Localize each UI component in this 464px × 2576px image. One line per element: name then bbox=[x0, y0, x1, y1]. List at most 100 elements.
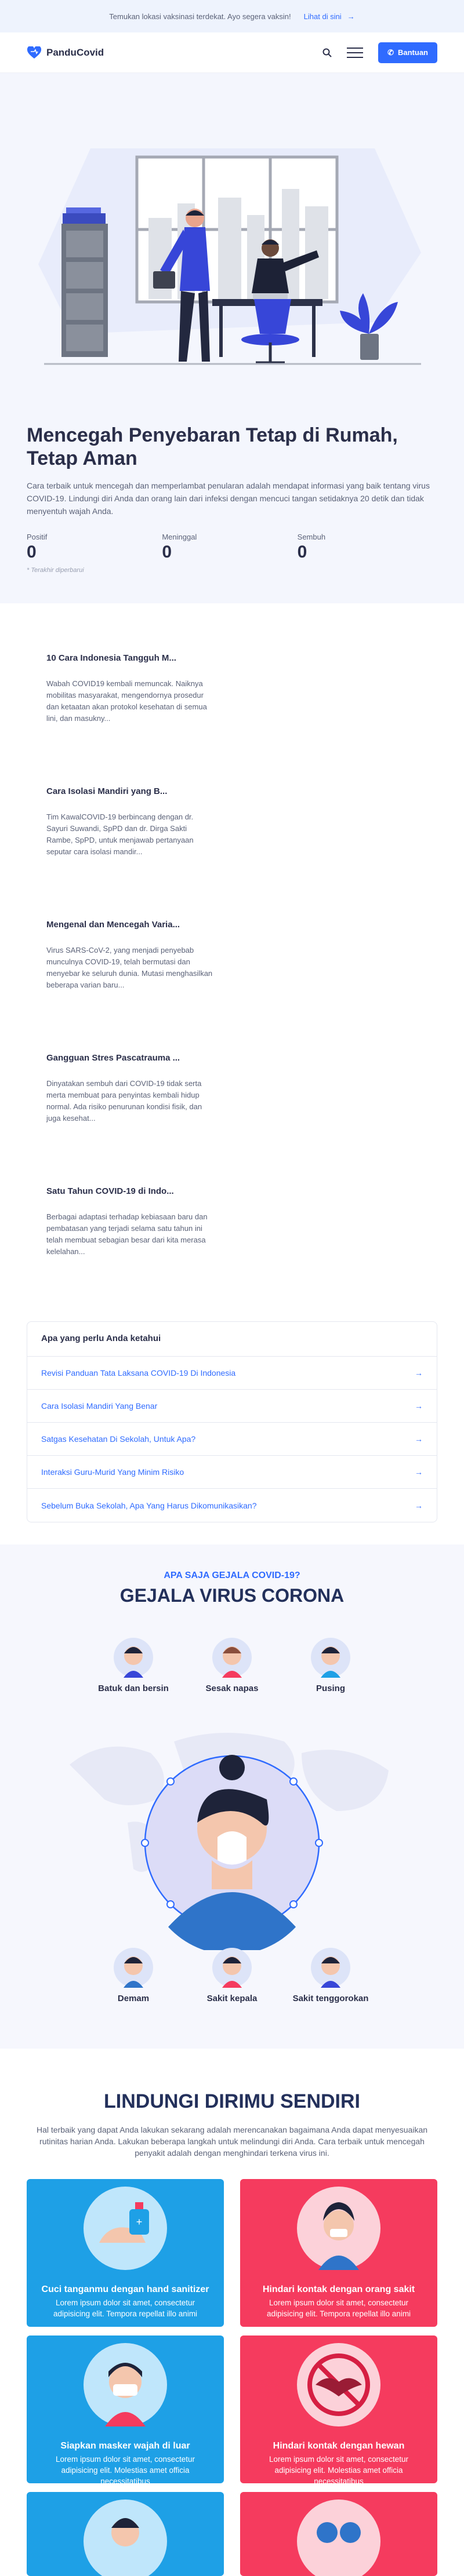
news-item[interactable]: Gangguan Stres Pascatrauma ... Dinyatakan… bbox=[46, 1052, 220, 1186]
news-item[interactable]: 10 Cara Indonesia Tangguh M... Wabah COVI… bbox=[46, 653, 220, 786]
brand-name: PanduCovid bbox=[46, 46, 104, 58]
symptoms-section: APA SAJA GEJALA COVID-19? GEJALA VIRUS C… bbox=[0, 1544, 464, 2049]
cough-icon bbox=[114, 1638, 153, 1678]
arrow-right-icon: → bbox=[415, 1434, 423, 1444]
faq-link-label: Interaksi Guru-Murid Yang Minim Risiko bbox=[41, 1467, 184, 1477]
help-button-label: Bantuan bbox=[398, 48, 428, 57]
card-title: Siapkan masker wajah di luar bbox=[60, 2441, 190, 2451]
symptom-label: Batuk dan bersin bbox=[98, 1684, 169, 1693]
protection-card-partial[interactable] bbox=[240, 2492, 437, 2576]
stat-positive-value: 0 bbox=[27, 542, 37, 562]
symptoms-subtitle: APA SAJA GEJALA COVID-19? bbox=[164, 1571, 300, 1580]
faq-link-label: Revisi Panduan Tata Laksana COVID-19 Di … bbox=[41, 1368, 236, 1378]
card-text: Lorem ipsum dolor sit amet, consectetur … bbox=[266, 2298, 411, 2318]
announcement-bar: Temukan lokasi vaksinasi terdekat. Ayo s… bbox=[0, 0, 464, 32]
stat-recovered-value: 0 bbox=[297, 542, 307, 562]
coughing-person-illustration bbox=[141, 1755, 323, 1950]
card-text: Lorem ipsum dolor sit amet, consectetur … bbox=[269, 2455, 409, 2483]
protection-title: LINDUNGI DIRIMU SENDIRI bbox=[104, 2090, 360, 2112]
heart-shield-icon bbox=[27, 46, 42, 59]
symptom-label: Demam bbox=[117, 1994, 150, 2003]
symptom-label: Sakit kepala bbox=[206, 1994, 258, 2003]
stat-deaths-label: Meninggal bbox=[162, 533, 197, 541]
news-title[interactable]: Cara Isolasi Mandiri yang B... bbox=[46, 786, 220, 797]
faq-link[interactable]: Cara Isolasi Mandiri Yang Benar → bbox=[27, 1390, 437, 1423]
arrow-right-icon: → bbox=[347, 12, 355, 21]
sore-throat-icon bbox=[311, 1948, 350, 1988]
person-icon bbox=[84, 2500, 167, 2576]
stat-positive: Positif 0 bbox=[27, 533, 162, 562]
headache-icon bbox=[212, 1948, 252, 1988]
card-title: Cuci tanganmu dengan hand sanitizer bbox=[41, 2284, 209, 2294]
hand-sanitizer-icon: + bbox=[84, 2187, 167, 2270]
last-updated-note: * Terakhir diperbarui bbox=[27, 567, 84, 574]
stat-recovered: Sembuh 0 bbox=[298, 533, 433, 562]
faq-link[interactable]: Sebelum Buka Sekolah, Apa Yang Harus Dik… bbox=[27, 1489, 437, 1522]
faq-link-label: Satgas Kesehatan Di Sekolah, Untuk Apa? bbox=[41, 1434, 196, 1444]
symptoms-title: GEJALA VIRUS CORONA bbox=[119, 1585, 345, 1606]
card-text: Lorem ipsum dolor sit amet, consectetur … bbox=[55, 2455, 195, 2483]
svg-text:+: + bbox=[136, 2216, 143, 2228]
news-title[interactable]: Satu Tahun COVID-19 di Indo... bbox=[46, 1186, 220, 1197]
card-text: Lorem ipsum dolor sit amet, consectetur … bbox=[53, 2298, 198, 2318]
shortness-of-breath-icon bbox=[212, 1638, 252, 1678]
search-icon[interactable] bbox=[322, 48, 332, 57]
news-title[interactable]: Mengenal dan Mencegah Varia... bbox=[46, 919, 220, 931]
hero-section: Mencegah Penyebaran Tetap di Rumah, Teta… bbox=[0, 73, 464, 603]
faq-link-label: Cara Isolasi Mandiri Yang Benar bbox=[41, 1401, 158, 1411]
faq-link[interactable]: Satgas Kesehatan Di Sekolah, Untuk Apa? → bbox=[27, 1423, 437, 1456]
symptom-shortness-breath: Sesak napas bbox=[188, 1637, 276, 1693]
protection-card[interactable]: Hindari kontak dengan orang sakit Lorem … bbox=[240, 2179, 437, 2327]
protection-card-partial[interactable] bbox=[27, 2492, 224, 2576]
protection-section: LINDUNGI DIRIMU SENDIRI Hal terbaik yang… bbox=[0, 2049, 464, 2576]
navbar: PanduCovid ✆ Bantuan bbox=[0, 32, 464, 73]
news-excerpt: Tim KawalCOVID-19 berbincang dengan dr. … bbox=[46, 812, 194, 856]
symptom-dizziness: Pusing bbox=[287, 1637, 374, 1693]
symptom-label: Pusing bbox=[316, 1684, 345, 1693]
protection-card[interactable]: Siapkan masker wajah di luar Lorem ipsum… bbox=[27, 2335, 224, 2483]
vaccine-location-link-label: Lihat di sini bbox=[303, 12, 342, 21]
menu-icon[interactable] bbox=[347, 47, 364, 58]
hero-title: Mencegah Penyebaran Tetap di Rumah, Teta… bbox=[27, 424, 398, 469]
news-item[interactable]: Mengenal dan Mencegah Varia... Virus SARS… bbox=[46, 919, 220, 1052]
faq-panel: Apa yang perlu Anda ketahui Revisi Pandu… bbox=[27, 1321, 437, 1522]
symptom-label: Sesak napas bbox=[205, 1684, 259, 1693]
symptom-cough: Batuk dan bersin bbox=[90, 1637, 177, 1693]
face-mask-icon bbox=[84, 2343, 167, 2426]
arrow-right-icon: → bbox=[415, 1368, 423, 1378]
faq-link[interactable]: Interaksi Guru-Murid Yang Minim Risiko → bbox=[27, 1456, 437, 1489]
protection-card[interactable]: Hindari kontak dengan hewan Lorem ipsum … bbox=[240, 2335, 437, 2483]
hero-description: Cara terbaik untuk mencegah dan memperla… bbox=[27, 481, 430, 516]
dizziness-icon bbox=[311, 1638, 350, 1678]
avoid-sick-people-icon bbox=[297, 2187, 380, 2270]
stat-recovered-label: Sembuh bbox=[297, 533, 326, 541]
case-stats: Positif 0 Meninggal 0 Sembuh 0 bbox=[27, 533, 433, 562]
card-title: Hindari kontak dengan orang sakit bbox=[262, 2284, 415, 2294]
brand-logo[interactable]: PanduCovid bbox=[27, 46, 104, 59]
symptom-fever: Demam bbox=[90, 1947, 177, 2003]
news-title[interactable]: Gangguan Stres Pascatrauma ... bbox=[46, 1052, 220, 1064]
stat-deaths-value: 0 bbox=[162, 542, 172, 562]
people-group-icon bbox=[297, 2500, 380, 2576]
announcement-text: Temukan lokasi vaksinasi terdekat. Ayo s… bbox=[109, 12, 291, 21]
stat-deaths: Meninggal 0 bbox=[162, 533, 297, 562]
protection-card[interactable]: + Cuci tanganmu dengan hand sanitizer Lo… bbox=[27, 2179, 224, 2327]
arrow-right-icon: → bbox=[415, 1467, 423, 1477]
faq-link[interactable]: Revisi Panduan Tata Laksana COVID-19 Di … bbox=[27, 1357, 437, 1390]
stat-positive-label: Positif bbox=[27, 533, 48, 541]
symptom-sore-throat: Sakit tenggorokan bbox=[287, 1947, 374, 2003]
symptom-headache: Sakit kepala bbox=[188, 1947, 276, 2003]
faq-link-label: Sebelum Buka Sekolah, Apa Yang Harus Dik… bbox=[41, 1500, 257, 1510]
phone-icon: ✆ bbox=[387, 48, 394, 57]
news-excerpt: Virus SARS-CoV-2, yang menjadi penyebab … bbox=[46, 946, 213, 989]
card-title: Hindari kontak dengan hewan bbox=[273, 2441, 405, 2451]
help-button[interactable]: ✆ Bantuan bbox=[378, 42, 437, 63]
office-illustration bbox=[38, 148, 421, 365]
news-excerpt: Wabah COVID19 kembali memuncak. Naiknya … bbox=[46, 679, 207, 723]
news-item[interactable]: Cara Isolasi Mandiri yang B... Tim KawalC… bbox=[46, 786, 220, 919]
faq-title: Apa yang perlu Anda ketahui bbox=[27, 1322, 437, 1357]
vaccine-location-link[interactable]: Lihat di sini → bbox=[304, 12, 355, 21]
fever-icon bbox=[114, 1948, 153, 1988]
news-title[interactable]: 10 Cara Indonesia Tangguh M... bbox=[46, 653, 220, 664]
news-item[interactable]: Satu Tahun COVID-19 di Indo... Berbagai a… bbox=[46, 1186, 220, 1319]
